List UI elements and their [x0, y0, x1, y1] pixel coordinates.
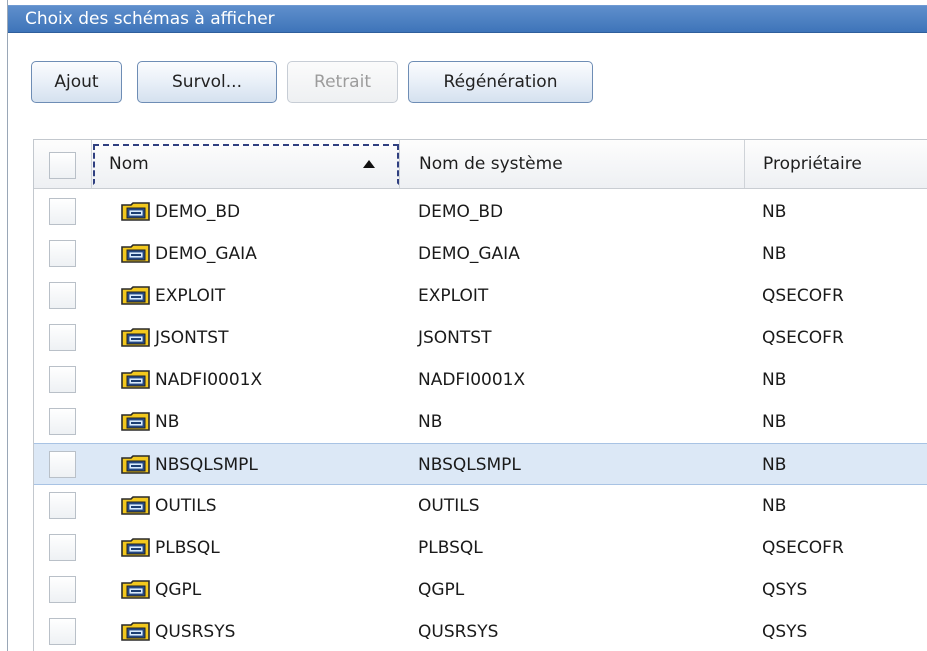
row-checkbox[interactable] — [49, 240, 76, 267]
row-checkbox[interactable] — [49, 366, 76, 393]
column-header-nom-systeme[interactable]: Nom de système — [400, 140, 745, 188]
schema-folder-icon — [121, 328, 151, 347]
cell-nom: NBSQLSMPL — [155, 455, 258, 475]
cell-nom: OUTILS — [155, 496, 217, 516]
table-row[interactable]: DEMO_GAIA DEMO_GAIA NB — [34, 233, 927, 275]
table-row[interactable]: EXPLOIT EXPLOIT QSECOFR — [34, 275, 927, 317]
row-checkbox[interactable] — [49, 492, 76, 519]
cell-proprietaire: NB — [762, 244, 787, 264]
table-row[interactable]: PLBSQL PLBSQL QSECOFR — [34, 527, 927, 569]
cell-nom-systeme: QUSRSYS — [418, 622, 499, 642]
regenerate-button[interactable]: Régénération — [408, 61, 593, 103]
cell-nom-systeme: QGPL — [418, 580, 465, 600]
row-checkbox[interactable] — [49, 451, 76, 478]
table-header: Nom Nom de système Propriétaire — [34, 140, 927, 189]
cell-proprietaire: NB — [762, 202, 787, 222]
schema-table: Nom Nom de système Propriétaire DEMO_BD D… — [33, 139, 927, 651]
window-title: Choix des schémas à afficher — [25, 9, 275, 29]
column-header-nom[interactable]: Nom — [92, 140, 400, 188]
select-all-column — [34, 140, 92, 188]
window-left-border — [7, 0, 8, 651]
row-checkbox[interactable] — [49, 576, 76, 603]
cell-proprietaire: QSECOFR — [762, 328, 844, 348]
sort-ascending-icon[interactable] — [363, 160, 375, 168]
table-row[interactable]: NB NB NB — [34, 401, 927, 443]
cell-nom-systeme: DEMO_GAIA — [418, 244, 520, 264]
cell-proprietaire: QSECOFR — [762, 538, 844, 558]
cell-nom: PLBSQL — [155, 538, 220, 558]
schema-folder-icon — [121, 580, 151, 599]
cell-proprietaire: NB — [762, 370, 787, 390]
cell-nom-systeme: NBSQLSMPL — [418, 455, 521, 475]
cell-nom-systeme: EXPLOIT — [418, 286, 489, 306]
column-header-nom-label: Nom — [109, 154, 149, 174]
row-checkbox[interactable] — [49, 408, 76, 435]
cell-nom-systeme: JSONTST — [418, 328, 492, 348]
cell-nom: DEMO_BD — [155, 202, 241, 222]
row-checkbox[interactable] — [49, 324, 76, 351]
column-header-proprietaire[interactable]: Propriétaire — [745, 140, 927, 188]
cell-nom-systeme: OUTILS — [418, 496, 480, 516]
cell-nom-systeme: PLBSQL — [418, 538, 483, 558]
table-row[interactable]: NBSQLSMPL NBSQLSMPL NB — [34, 443, 927, 485]
schema-folder-icon — [121, 412, 151, 431]
cell-nom: DEMO_GAIA — [155, 244, 257, 264]
schema-folder-icon — [121, 370, 151, 389]
table-row[interactable]: QUSRSYS QUSRSYS QSYS — [34, 611, 927, 651]
column-header-proprietaire-label: Propriétaire — [763, 154, 862, 174]
browse-button[interactable]: Survol... — [137, 61, 277, 103]
row-checkbox[interactable] — [49, 282, 76, 309]
table-row[interactable]: DEMO_BD DEMO_BD NB — [34, 191, 927, 233]
cell-nom-systeme: NB — [418, 412, 443, 432]
cell-proprietaire: NB — [762, 496, 787, 516]
cell-nom: EXPLOIT — [155, 286, 226, 306]
add-button[interactable]: Ajout — [31, 61, 122, 103]
remove-button[interactable]: Retrait — [287, 61, 398, 103]
schema-folder-icon — [121, 244, 151, 263]
table-row[interactable]: JSONTST JSONTST QSECOFR — [34, 317, 927, 359]
column-header-nom-systeme-label: Nom de système — [419, 154, 563, 174]
schema-folder-icon — [121, 496, 151, 515]
cell-proprietaire: NB — [762, 412, 787, 432]
title-bar: Choix des schémas à afficher — [8, 5, 927, 33]
cell-nom: QGPL — [155, 580, 202, 600]
schema-folder-icon — [121, 622, 151, 641]
schema-folder-icon — [121, 202, 151, 221]
schema-chooser-window: Choix des schémas à afficher Ajout Survo… — [0, 0, 927, 651]
table-row[interactable]: QGPL QGPL QSYS — [34, 569, 927, 611]
cell-nom: NADFI0001X — [155, 370, 263, 390]
schema-folder-icon — [121, 455, 151, 474]
select-all-checkbox[interactable] — [49, 152, 76, 179]
cell-nom: JSONTST — [155, 328, 229, 348]
schema-folder-icon — [121, 538, 151, 557]
cell-nom: NB — [155, 412, 180, 432]
schema-folder-icon — [121, 286, 151, 305]
table-row[interactable]: OUTILS OUTILS NB — [34, 485, 927, 527]
table-row[interactable]: NADFI0001X NADFI0001X NB — [34, 359, 927, 401]
cell-proprietaire: QSYS — [762, 622, 808, 642]
row-checkbox[interactable] — [49, 198, 76, 225]
row-checkbox[interactable] — [49, 618, 76, 645]
cell-proprietaire: NB — [762, 455, 787, 475]
cell-nom-systeme: NADFI0001X — [418, 370, 526, 390]
cell-nom-systeme: DEMO_BD — [418, 202, 504, 222]
cell-proprietaire: QSECOFR — [762, 286, 844, 306]
cell-nom: QUSRSYS — [155, 622, 236, 642]
row-checkbox[interactable] — [49, 534, 76, 561]
cell-proprietaire: QSYS — [762, 580, 808, 600]
